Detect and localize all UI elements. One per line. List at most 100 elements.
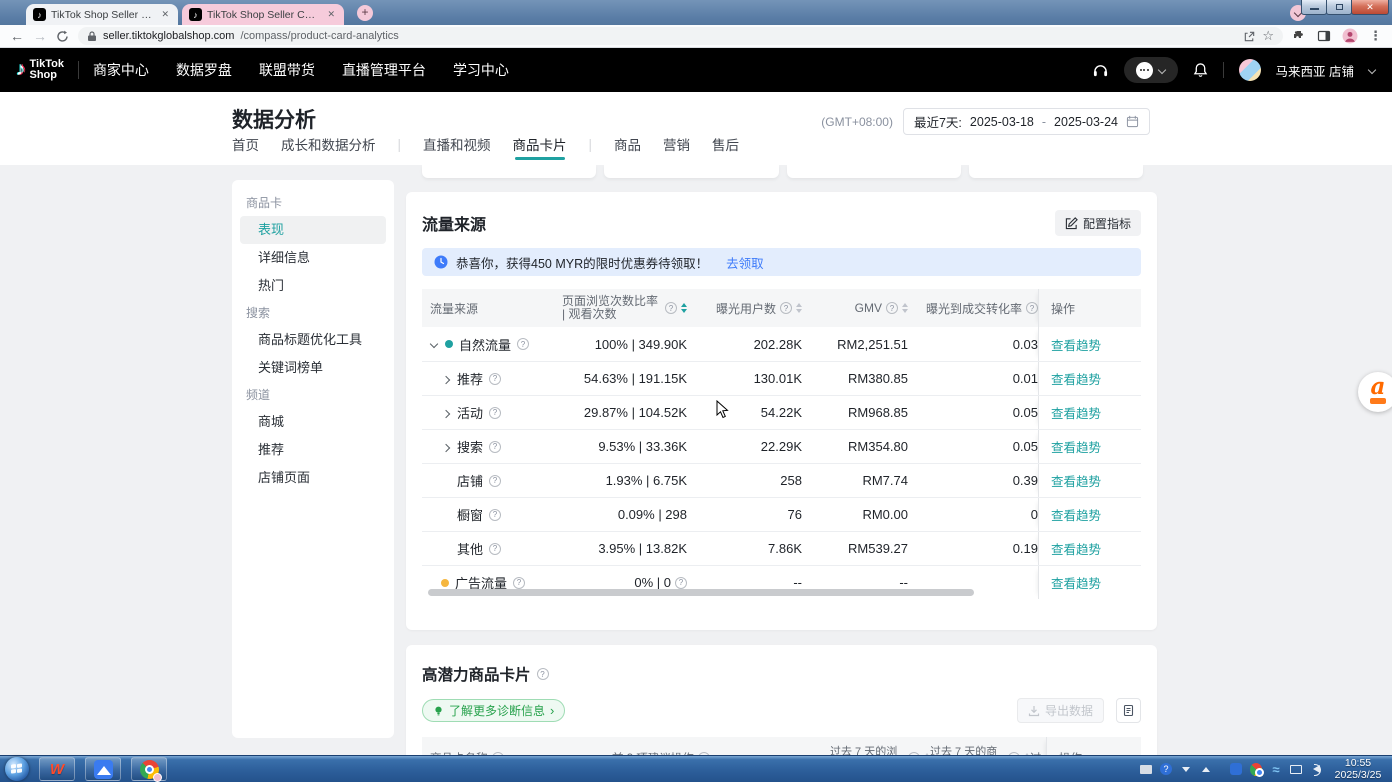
view-trend-link[interactable]: 查看趋势 <box>1051 471 1101 490</box>
tray-app-icon[interactable] <box>1230 763 1242 775</box>
shop-name-label[interactable]: 马来西亚 店铺 <box>1276 61 1354 80</box>
restore-button[interactable] <box>1326 0 1352 15</box>
extensions-puzzle-icon[interactable] <box>1292 29 1306 43</box>
reload-icon[interactable] <box>56 30 69 43</box>
info-icon[interactable] <box>537 668 549 680</box>
lock-icon <box>87 31 97 42</box>
tab-products[interactable]: 商品 <box>614 134 641 160</box>
info-icon[interactable] <box>780 302 792 314</box>
view-trend-link[interactable]: 查看趋势 <box>1051 403 1101 422</box>
url-bar[interactable]: seller.tiktokglobalshop.com/compass/prod… <box>78 27 1283 45</box>
export-data-button[interactable]: 导出数据 <box>1017 698 1104 723</box>
expand-caret-icon[interactable] <box>441 442 451 452</box>
side-panel-icon[interactable] <box>1317 29 1331 43</box>
view-trend-link[interactable]: 查看趋势 <box>1051 539 1101 558</box>
taskbar-clock[interactable]: 10:55 2025/3/25 <box>1330 757 1386 781</box>
traffic-table-body: 自然流量 100% | 349.90K 202.28K RM2,251.51 0… <box>422 327 1141 599</box>
shop-avatar[interactable] <box>1239 59 1261 81</box>
start-button[interactable] <box>5 757 29 781</box>
sidebar-item-recommend[interactable]: 推荐 <box>240 436 386 464</box>
info-icon[interactable] <box>489 475 501 487</box>
sidebar-item-shop-page[interactable]: 店铺页面 <box>240 464 386 492</box>
nav-item-affiliate[interactable]: 联盟带货 <box>259 60 315 80</box>
bookmark-star-icon[interactable]: ☆ <box>1262 28 1274 44</box>
floating-assistant-badge[interactable]: a <box>1358 372 1392 412</box>
exposed-users-cell: 258 <box>687 464 802 497</box>
banner-text: 恭喜你，获得450 MYR的限时优惠券待领取！ <box>456 253 708 272</box>
browser-tab-1[interactable]: ♪ TikTok Shop Seller Center | Cr ✕ <box>26 4 178 25</box>
info-icon[interactable] <box>489 407 501 419</box>
view-trend-link[interactable]: 查看趋势 <box>1051 573 1101 592</box>
notification-bell-icon[interactable] <box>1193 62 1208 78</box>
tab-growth-analytics[interactable]: 成长和数据分析 <box>281 134 376 160</box>
info-icon[interactable] <box>489 543 501 555</box>
page-header: 数据分析 (GMT+08:00) 最近7天: 2025-03-18 - 2025… <box>0 92 1392 165</box>
info-icon[interactable] <box>489 373 501 385</box>
tray-volume-icon[interactable] <box>1313 765 1320 773</box>
minimize-button[interactable] <box>1301 0 1327 15</box>
tab-close-icon[interactable]: ✕ <box>159 9 171 20</box>
nav-item-seller-center[interactable]: 商家中心 <box>93 60 149 80</box>
view-trend-link[interactable]: 查看趋势 <box>1051 437 1101 456</box>
chevron-down-icon[interactable] <box>1369 67 1376 74</box>
sidebar-item-keyword-ranking[interactable]: 关键词榜单 <box>240 354 386 382</box>
diagnosis-info-button[interactable]: 了解更多诊断信息 › <box>422 699 565 722</box>
sidebar-item-details[interactable]: 详细信息 <box>240 244 386 272</box>
close-button[interactable]: ✕ <box>1351 0 1389 15</box>
tab-product-card[interactable]: 商品卡片 <box>513 134 567 160</box>
info-icon[interactable] <box>489 509 501 521</box>
expand-caret-icon[interactable] <box>429 339 439 349</box>
view-trend-link[interactable]: 查看趋势 <box>1051 369 1101 388</box>
configure-metrics-button[interactable]: 配置指标 <box>1055 210 1141 236</box>
tray-show-hidden-icon[interactable] <box>1202 767 1210 772</box>
info-icon[interactable] <box>675 577 687 589</box>
traffic-table-row: 橱窗 0.09% | 298 76 RM0.00 0 查看 <box>422 497 1141 531</box>
info-icon[interactable] <box>665 302 677 314</box>
expand-caret-icon[interactable] <box>441 374 451 384</box>
sidebar-item-performance[interactable]: 表现 <box>240 216 386 244</box>
claim-coupon-link[interactable]: 去领取 <box>726 253 764 272</box>
tray-network-icon[interactable] <box>1290 765 1302 774</box>
tab-marketing[interactable]: 营销 <box>663 134 690 160</box>
sidebar-item-mall[interactable]: 商城 <box>240 408 386 436</box>
profile-avatar-icon[interactable] <box>1342 28 1358 44</box>
info-icon[interactable] <box>517 338 529 350</box>
headset-icon[interactable] <box>1092 63 1109 78</box>
taskbar-wps-button[interactable]: W <box>39 757 75 781</box>
nav-item-learning-center[interactable]: 学习中心 <box>453 60 509 80</box>
tab-close-icon[interactable]: ✕ <box>325 9 337 20</box>
report-list-button[interactable] <box>1116 698 1141 723</box>
tray-tool-icon[interactable] <box>1140 765 1152 774</box>
view-trend-link[interactable]: 查看趋势 <box>1051 505 1101 524</box>
info-icon[interactable] <box>886 302 898 314</box>
nav-item-data-compass[interactable]: 数据罗盘 <box>176 60 232 80</box>
sidebar-item-trending[interactable]: 热门 <box>240 272 386 300</box>
horizontal-scrollbar[interactable] <box>428 589 974 596</box>
taskbar-app-button[interactable] <box>85 757 121 781</box>
view-trend-link[interactable]: 查看趋势 <box>1051 335 1101 354</box>
sidebar-item-title-optimizer[interactable]: 商品标题优化工具 <box>240 326 386 354</box>
tray-chrome-icon[interactable] <box>1250 763 1262 776</box>
taskbar-chrome-button[interactable] <box>131 757 167 781</box>
high-potential-card: 高潜力商品卡片 了解更多诊断信息 › <box>406 645 1157 755</box>
date-range-picker[interactable]: 最近7天: 2025-03-18 - 2025-03-24 <box>903 108 1150 135</box>
tab-after-sales[interactable]: 售后 <box>712 134 739 160</box>
forward-icon[interactable]: → <box>33 29 47 43</box>
tiktok-shop-logo[interactable]: ♪ TikTokShop <box>16 59 64 81</box>
tray-cloud-icon[interactable]: ≈ <box>1272 762 1279 777</box>
tab-home[interactable]: 首页 <box>232 134 259 160</box>
tab-live-video[interactable]: 直播和视频 <box>423 134 491 160</box>
info-icon[interactable] <box>513 577 525 589</box>
nav-item-live-platform[interactable]: 直播管理平台 <box>342 60 426 80</box>
info-icon[interactable] <box>489 441 501 453</box>
back-icon[interactable]: ← <box>10 29 24 43</box>
browser-menu-icon[interactable]: ⋮ <box>1369 28 1382 44</box>
new-tab-button[interactable]: + <box>357 5 373 21</box>
share-icon[interactable] <box>1243 30 1256 43</box>
expand-caret-icon[interactable] <box>441 408 451 418</box>
browser-tab-2[interactable]: ♪ TikTok Shop Seller Center | Cr ✕ <box>182 4 344 25</box>
tray-small-icon[interactable] <box>1182 767 1190 772</box>
chat-pill-button[interactable] <box>1124 57 1178 83</box>
tray-help-icon[interactable]: ? <box>1160 763 1172 775</box>
info-icon[interactable] <box>1026 302 1038 314</box>
